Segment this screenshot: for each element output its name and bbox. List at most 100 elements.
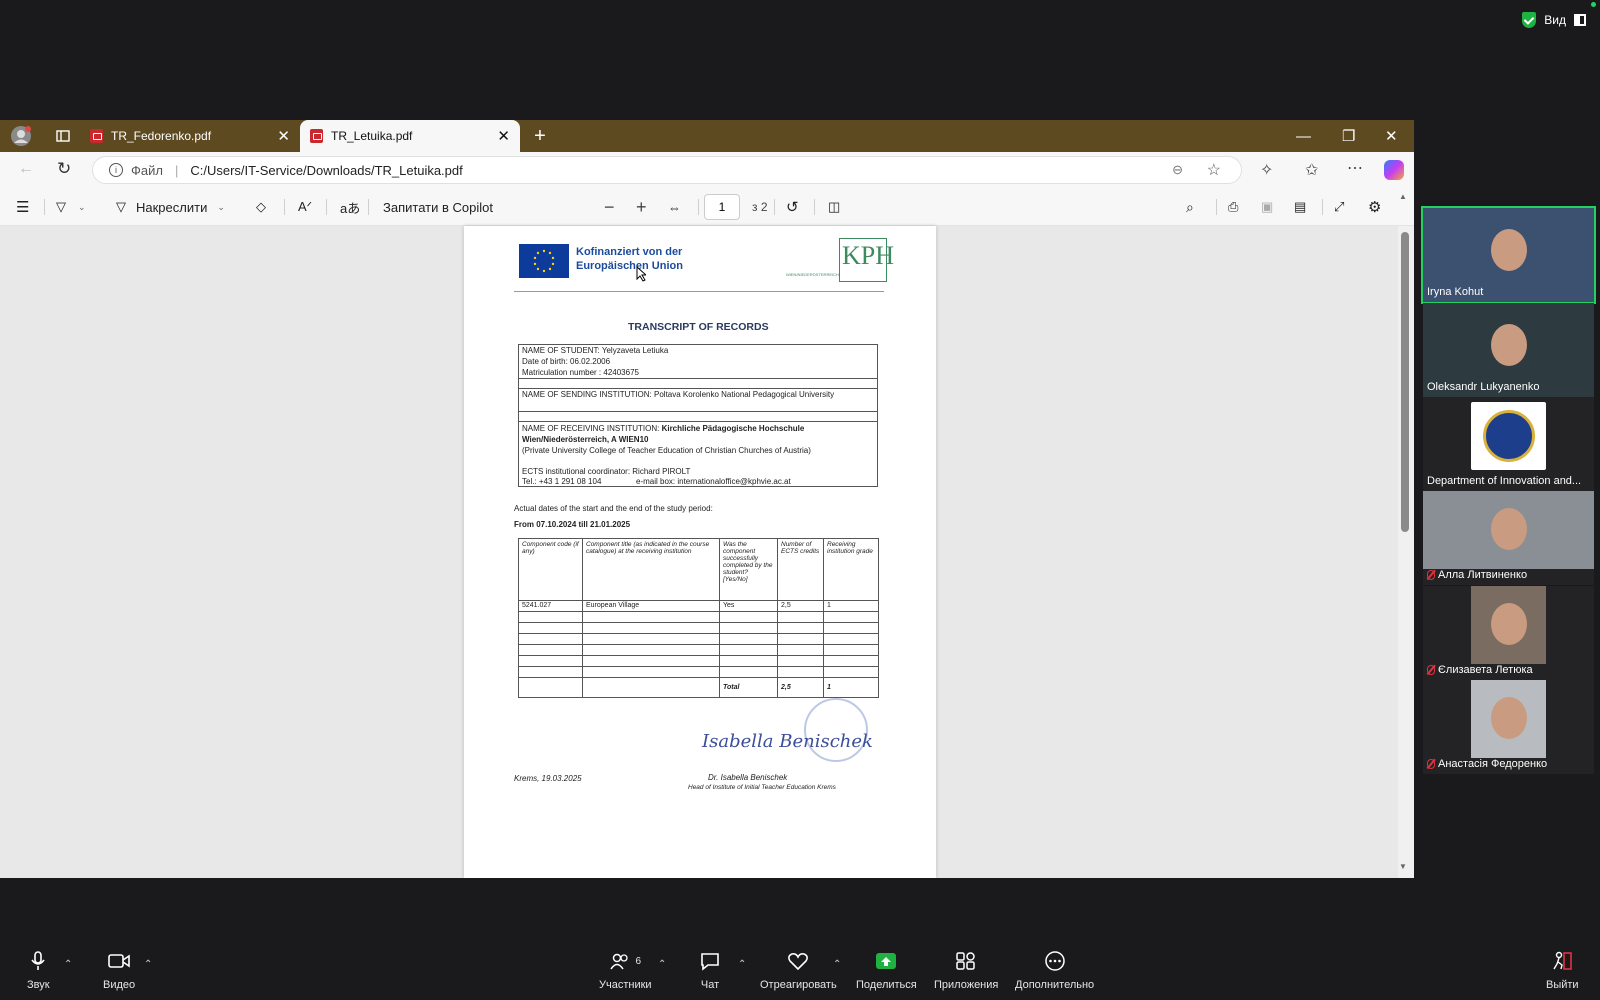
participant-name: Анастасія Федоренко [1427, 758, 1547, 770]
profile-button[interactable] [0, 120, 46, 152]
view-layout-icon [1574, 14, 1586, 26]
participant-face [1490, 603, 1527, 646]
video-options-chevron-icon[interactable]: ⌃ [144, 959, 152, 970]
records-table: Component code (if any) Component title … [518, 538, 879, 698]
participant-tile[interactable]: Department of Innovation and... [1423, 397, 1594, 491]
fullscreen-button[interactable]: ⤢ [1334, 188, 1344, 226]
tab-tr-letuika[interactable]: TR_Letuika.pdf ✕ [300, 120, 520, 152]
tab-tr-fedorenko[interactable]: TR_Fedorenko.pdf ✕ [80, 120, 300, 152]
participant-tile[interactable]: Алла Литвиненко [1423, 491, 1594, 585]
more-button[interactable]: Дополнительно [1015, 951, 1094, 991]
profile-icon [11, 126, 31, 146]
draw-label: Накреслити [136, 199, 208, 215]
draw-button[interactable]: ▽ Накреслити ⌄ [116, 188, 225, 226]
participant-tile[interactable]: Iryna Kohut [1421, 206, 1596, 304]
info-icon[interactable]: i [109, 163, 123, 177]
table-cell [823, 622, 879, 634]
participant-name-text: Алла Литвиненко [1438, 569, 1528, 581]
page-view-button[interactable]: ◫ [828, 188, 840, 226]
table-cell [823, 655, 879, 667]
table-row [518, 644, 879, 656]
participant-name: Iryna Kohut [1427, 286, 1483, 298]
extensions-icon[interactable]: ✧ [1260, 160, 1273, 180]
close-window-button[interactable]: ✕ [1385, 120, 1398, 152]
chevron-down-icon: ⌄ [78, 201, 86, 212]
participants-chevron-icon[interactable]: ⌃ [658, 959, 666, 970]
participant-video [1471, 680, 1546, 758]
rotate-button[interactable]: ↺ [786, 188, 799, 226]
vertical-tabs-button[interactable] [46, 120, 80, 152]
translate-button[interactable]: aあ [340, 188, 360, 226]
plus-icon: + [636, 196, 647, 217]
erase-button[interactable]: ◇ [256, 188, 266, 226]
divider [774, 199, 775, 215]
highlight-button[interactable]: ▽ ⌄ [56, 188, 86, 226]
participant-tile[interactable]: Єлизавета Летюка [1423, 586, 1594, 680]
ask-copilot-button[interactable]: Запитати в Copilot [383, 188, 493, 226]
participant-tile[interactable]: Анастасія Федоренко [1423, 680, 1594, 774]
participants-button[interactable]: 6 Участники [599, 951, 652, 991]
fit-width-button[interactable]: ⇔ [668, 188, 681, 226]
security-shield-icon[interactable] [1522, 12, 1537, 28]
react-chevron-icon[interactable]: ⌃ [833, 959, 841, 970]
view-button[interactable]: Вид [1522, 12, 1586, 28]
table-cell [823, 644, 879, 656]
close-icon: ✕ [1385, 128, 1398, 145]
page-view-icon: ◫ [828, 199, 841, 214]
table-cell [823, 666, 879, 678]
table-cell [719, 622, 778, 634]
close-tab-icon[interactable]: ✕ [277, 127, 290, 145]
close-tab-icon[interactable]: ✕ [497, 127, 510, 145]
chat-button[interactable]: Чат [699, 951, 721, 991]
share-screen-button[interactable]: Поделиться [856, 951, 917, 991]
scroll-down-icon[interactable]: ▼ [1399, 862, 1407, 871]
divider [1216, 199, 1217, 215]
zoom-out-icon[interactable]: ⊖ [1172, 162, 1183, 178]
read-aloud-button[interactable]: Aᐟ [298, 188, 312, 226]
minimize-button[interactable]: — [1296, 120, 1311, 152]
pdf-file-icon [90, 129, 103, 143]
restore-button[interactable]: ❐ [1342, 120, 1355, 152]
audio-button[interactable]: Звук [27, 951, 50, 991]
zoom-out-button[interactable]: − [604, 188, 615, 226]
participants-icon [609, 953, 628, 970]
more-menu-icon[interactable]: ⋯ [1347, 158, 1363, 178]
url-field[interactable]: i Файл | C:/Users/IT-Service/Downloads/T… [92, 156, 1242, 184]
scrollbar-thumb[interactable] [1401, 232, 1409, 532]
leave-button[interactable]: Выйти [1546, 951, 1579, 991]
total-credits: 2,5 [777, 677, 824, 698]
participant-tile[interactable]: Oleksandr Lukyanenko [1423, 303, 1594, 397]
table-cell [823, 611, 879, 623]
divider [368, 199, 369, 215]
page-number-input[interactable] [704, 194, 740, 220]
logo-text: KPH [842, 241, 895, 270]
settings-button[interactable]: ⚙ [1368, 188, 1381, 226]
apps-button[interactable]: Приложения [934, 951, 998, 991]
institution-stamp [804, 698, 868, 762]
table-row: 5241.027 European Village Yes 2,5 1 [518, 600, 879, 612]
audio-options-chevron-icon[interactable]: ⌃ [64, 959, 72, 970]
zoom-in-button[interactable]: + [636, 188, 647, 226]
favorites-icon[interactable]: ✩ [1305, 160, 1318, 180]
scroll-up-icon[interactable]: ▲ [1399, 192, 1407, 201]
print-button[interactable]: ⎙ [1228, 188, 1238, 226]
new-tab-button[interactable]: + [520, 120, 560, 152]
participant-name-text: Iryna Kohut [1427, 286, 1484, 298]
contents-button[interactable]: ☰ [16, 188, 29, 226]
table-cell [777, 633, 824, 645]
table-row [518, 655, 879, 667]
participant-name-text: Department of Innovation and... [1427, 475, 1582, 487]
chat-chevron-icon[interactable]: ⌃ [738, 959, 746, 970]
favorite-star-icon[interactable]: ☆ [1207, 160, 1221, 180]
place-date: Krems, 19.03.2025 [514, 774, 582, 783]
save-as-button[interactable]: ▤ [1294, 188, 1306, 226]
copilot-icon[interactable] [1384, 160, 1404, 180]
video-button[interactable]: Видео [103, 951, 135, 991]
refresh-icon[interactable]: ↻ [57, 159, 71, 179]
react-button[interactable]: Отреагировать [760, 951, 837, 991]
tab-bar: TR_Fedorenko.pdf ✕ TR_Letuika.pdf ✕ + — … [0, 120, 1414, 152]
gear-icon: ⚙ [1368, 199, 1382, 216]
back-arrow-icon[interactable]: ← [18, 160, 34, 178]
find-button[interactable]: ⌕ [1186, 188, 1194, 226]
save-button[interactable]: ▣ [1261, 188, 1273, 226]
